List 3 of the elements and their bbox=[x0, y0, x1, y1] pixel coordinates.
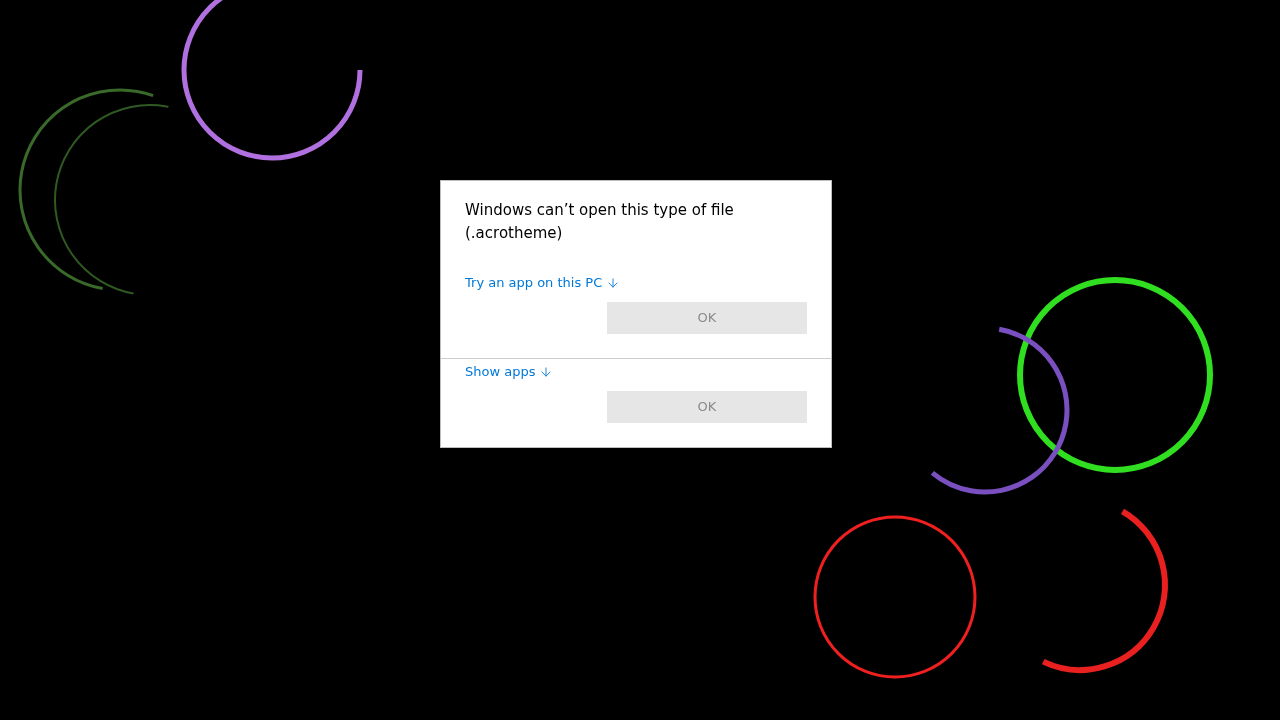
expand-link[interactable]: Show apps bbox=[465, 362, 554, 382]
expand-link[interactable]: Try an app on this PC bbox=[465, 273, 621, 293]
dialog-title: Windows can’t open this type of file (.acrotheme) bbox=[465, 200, 735, 244]
